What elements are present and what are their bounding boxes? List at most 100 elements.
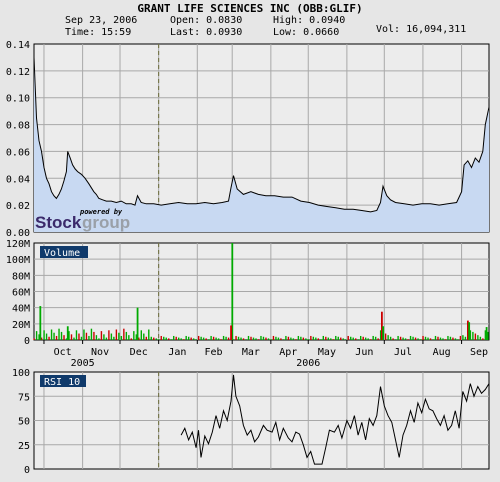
price-tick-label: 0.00 xyxy=(6,228,30,239)
header-low: Low: 0.0660 xyxy=(273,27,339,38)
volume-bar xyxy=(307,339,310,340)
volume-bar xyxy=(105,337,108,340)
volume-bar xyxy=(153,337,155,340)
volume-bar xyxy=(227,337,230,340)
volume-bar xyxy=(442,338,444,340)
volume-bar xyxy=(143,333,145,340)
volume-bar xyxy=(75,330,78,340)
volume-bar xyxy=(447,335,449,340)
price-tick-label: 0.06 xyxy=(6,147,30,158)
volume-bar xyxy=(412,336,414,340)
x-axis-month-label: Feb xyxy=(204,347,222,358)
volume-bar xyxy=(472,331,474,340)
x-axis-month-label: Oct xyxy=(54,347,72,358)
volume-bar xyxy=(452,337,454,340)
volume-bar xyxy=(444,339,447,340)
volume-bar xyxy=(265,337,267,340)
x-axis-month-label: Jan xyxy=(168,347,186,358)
volume-bar xyxy=(222,335,225,340)
volume-bar xyxy=(277,337,280,340)
volume-bar xyxy=(165,337,167,340)
volume-bar xyxy=(237,336,240,340)
header-time: Time: 15:59 xyxy=(65,27,131,38)
volume-bar xyxy=(185,335,187,340)
volume-bar xyxy=(260,335,262,340)
volume-bar xyxy=(325,336,327,340)
volume-bar xyxy=(118,332,120,340)
volume-bar xyxy=(297,335,300,340)
volume-bar xyxy=(170,339,172,340)
volume-bar xyxy=(347,335,349,340)
volume-bar xyxy=(212,336,215,340)
volume-bar xyxy=(302,337,305,340)
volume-bar xyxy=(330,338,332,340)
volume-bar xyxy=(250,336,252,340)
volume-bar xyxy=(55,335,58,340)
volume-bar xyxy=(133,331,135,340)
volume-bar xyxy=(257,339,260,340)
volume-bar xyxy=(454,338,457,340)
volume-bar xyxy=(367,338,369,340)
volume-bar xyxy=(210,335,212,340)
volume-bar xyxy=(207,339,210,340)
volume-bar xyxy=(295,339,297,340)
volume-bar xyxy=(434,335,437,340)
header-volume: Vol: 16,094,311 xyxy=(376,24,466,35)
volume-tick-label: 120M xyxy=(6,239,30,250)
volume-bar xyxy=(479,336,482,340)
volume-bar xyxy=(83,329,85,340)
rsi-label: RSI 10 xyxy=(44,377,80,388)
volume-bar xyxy=(58,328,60,340)
volume-bar xyxy=(215,337,217,340)
volume-bar xyxy=(327,337,329,340)
x-axis-month-label: Jul xyxy=(394,347,412,358)
volume-bar xyxy=(352,337,354,340)
rsi-tick-label: 0 xyxy=(24,465,30,476)
x-axis-month-label: May xyxy=(318,347,336,358)
volume-bar xyxy=(245,339,247,340)
rsi-tick-label: 25 xyxy=(18,441,30,452)
volume-bar xyxy=(240,337,242,340)
volume-tick-label: 0 xyxy=(24,336,30,347)
volume-bar xyxy=(128,335,130,340)
volume-bar xyxy=(417,338,419,340)
volume-bar xyxy=(267,338,270,340)
rsi-tick-label: 50 xyxy=(18,417,30,428)
volume-bar xyxy=(235,335,237,340)
price-tick-label: 0.12 xyxy=(6,67,30,78)
volume-bar xyxy=(272,335,275,340)
x-axis-month-label: Nov xyxy=(91,347,109,358)
x-axis-month-label: Aug xyxy=(433,347,451,358)
volume-tick-label: 80M xyxy=(12,271,30,282)
header-open: Open: 0.0830 xyxy=(170,15,242,26)
logo-brand-stock: Stock xyxy=(35,213,82,232)
volume-bar xyxy=(53,332,55,340)
volume-bar xyxy=(392,338,394,340)
x-axis-month-label: Jun xyxy=(355,347,373,358)
x-axis-month-label: Dec xyxy=(130,347,148,358)
volume-bar xyxy=(217,338,220,340)
volume-bar xyxy=(482,338,484,340)
volume-bar xyxy=(459,335,462,340)
volume-bar-spike xyxy=(468,322,471,340)
volume-bar xyxy=(372,335,374,340)
volume-bar xyxy=(115,329,118,340)
volume-bar xyxy=(275,336,277,340)
volume-bar xyxy=(300,336,302,340)
volume-bar-spike xyxy=(382,326,385,340)
volume-bar xyxy=(419,339,422,340)
volume-tick-label: 40M xyxy=(12,304,30,315)
volume-bar xyxy=(424,336,427,340)
volume-bar xyxy=(63,335,65,340)
x-axis-year-label: 2006 xyxy=(296,358,320,369)
volume-bar xyxy=(50,329,53,340)
volume-bar xyxy=(145,336,147,340)
volume-bar xyxy=(120,335,123,340)
volume-bar xyxy=(315,337,317,340)
volume-bar xyxy=(374,336,377,340)
volume-bar xyxy=(457,339,459,340)
volume-bar xyxy=(477,335,479,340)
volume-bar xyxy=(310,335,312,340)
volume-bar xyxy=(200,336,202,340)
volume-bar xyxy=(70,334,73,340)
